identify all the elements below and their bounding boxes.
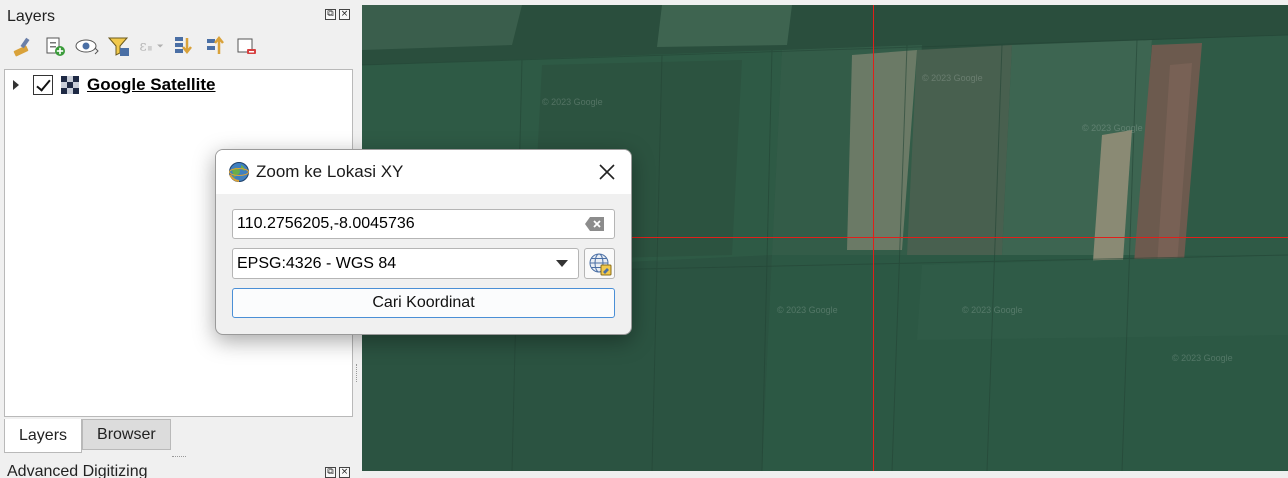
raster-layer-icon <box>61 76 79 94</box>
expand-arrow-icon[interactable] <box>13 80 19 90</box>
layer-item-google-satellite[interactable]: Google Satellite <box>13 75 215 95</box>
map-watermark: © 2023 Google <box>922 73 983 83</box>
qgis-window: Layers ⧉ × ε Google Satellite Layers Bro… <box>0 0 1288 478</box>
expand-all-icon[interactable] <box>170 33 196 59</box>
close-advanced-panel-button[interactable]: × <box>339 467 350 478</box>
tab-layers[interactable]: Layers <box>4 419 83 453</box>
advanced-panel-controls: ⧉ × <box>325 467 350 478</box>
clear-input-icon[interactable] <box>584 216 606 237</box>
map-watermark: © 2023 Google <box>542 97 603 107</box>
tab-browser[interactable]: Browser <box>82 419 171 450</box>
collapse-all-icon[interactable] <box>202 33 228 59</box>
layer-name[interactable]: Google Satellite <box>87 75 215 95</box>
crs-selected-value: EPSG:4326 - WGS 84 <box>237 255 397 272</box>
map-watermark: © 2023 Google <box>1172 353 1233 363</box>
advanced-digitizing-title: Advanced Digitizing <box>7 463 148 478</box>
map-watermark: © 2023 Google <box>777 305 838 315</box>
map-watermark: © 2023 Google <box>1082 123 1143 133</box>
close-panel-button[interactable]: × <box>339 9 350 20</box>
float-panel-button[interactable]: ⧉ <box>325 9 336 20</box>
add-group-icon[interactable] <box>42 33 68 59</box>
plugin-globe-icon <box>228 161 250 188</box>
style-manager-icon[interactable] <box>10 33 36 59</box>
crosshair-vertical-line <box>873 5 874 471</box>
dropdown-arrow-icon[interactable] <box>556 260 568 267</box>
close-icon[interactable] <box>597 162 617 182</box>
remove-layer-icon[interactable] <box>234 33 260 59</box>
manage-visibility-icon[interactable] <box>74 33 100 59</box>
filter-expression-icon: ε <box>138 33 164 59</box>
layers-toolbar: ε <box>10 33 260 59</box>
zoom-to-xy-dialog: Zoom ke Lokasi XY EPSG:4326 - WGS 84 Car… <box>215 149 632 335</box>
panel-tabs: Layers Browser <box>4 419 171 453</box>
panel-controls: ⧉ × <box>325 9 350 20</box>
dock-splitter-grip[interactable] <box>172 456 186 459</box>
dialog-title: Zoom ke Lokasi XY <box>256 162 404 181</box>
filter-legend-icon[interactable] <box>106 33 132 59</box>
map-bottom-border <box>362 471 1288 478</box>
float-advanced-panel-button[interactable]: ⧉ <box>325 467 336 478</box>
svg-text:ε: ε <box>140 39 147 55</box>
layers-panel-title: Layers <box>7 8 56 25</box>
dialog-titlebar: Zoom ke Lokasi XY <box>216 150 631 194</box>
coordinate-input[interactable] <box>232 209 615 239</box>
select-crs-button[interactable] <box>584 248 615 279</box>
projection-globe-icon <box>589 253 611 275</box>
crs-selector[interactable]: EPSG:4326 - WGS 84 <box>232 248 579 279</box>
map-watermark: © 2023 Google <box>962 305 1023 315</box>
search-coordinate-button[interactable]: Cari Koordinat <box>232 288 615 318</box>
vertical-splitter-grip[interactable] <box>356 364 359 382</box>
layer-visibility-checkbox[interactable] <box>33 75 53 95</box>
